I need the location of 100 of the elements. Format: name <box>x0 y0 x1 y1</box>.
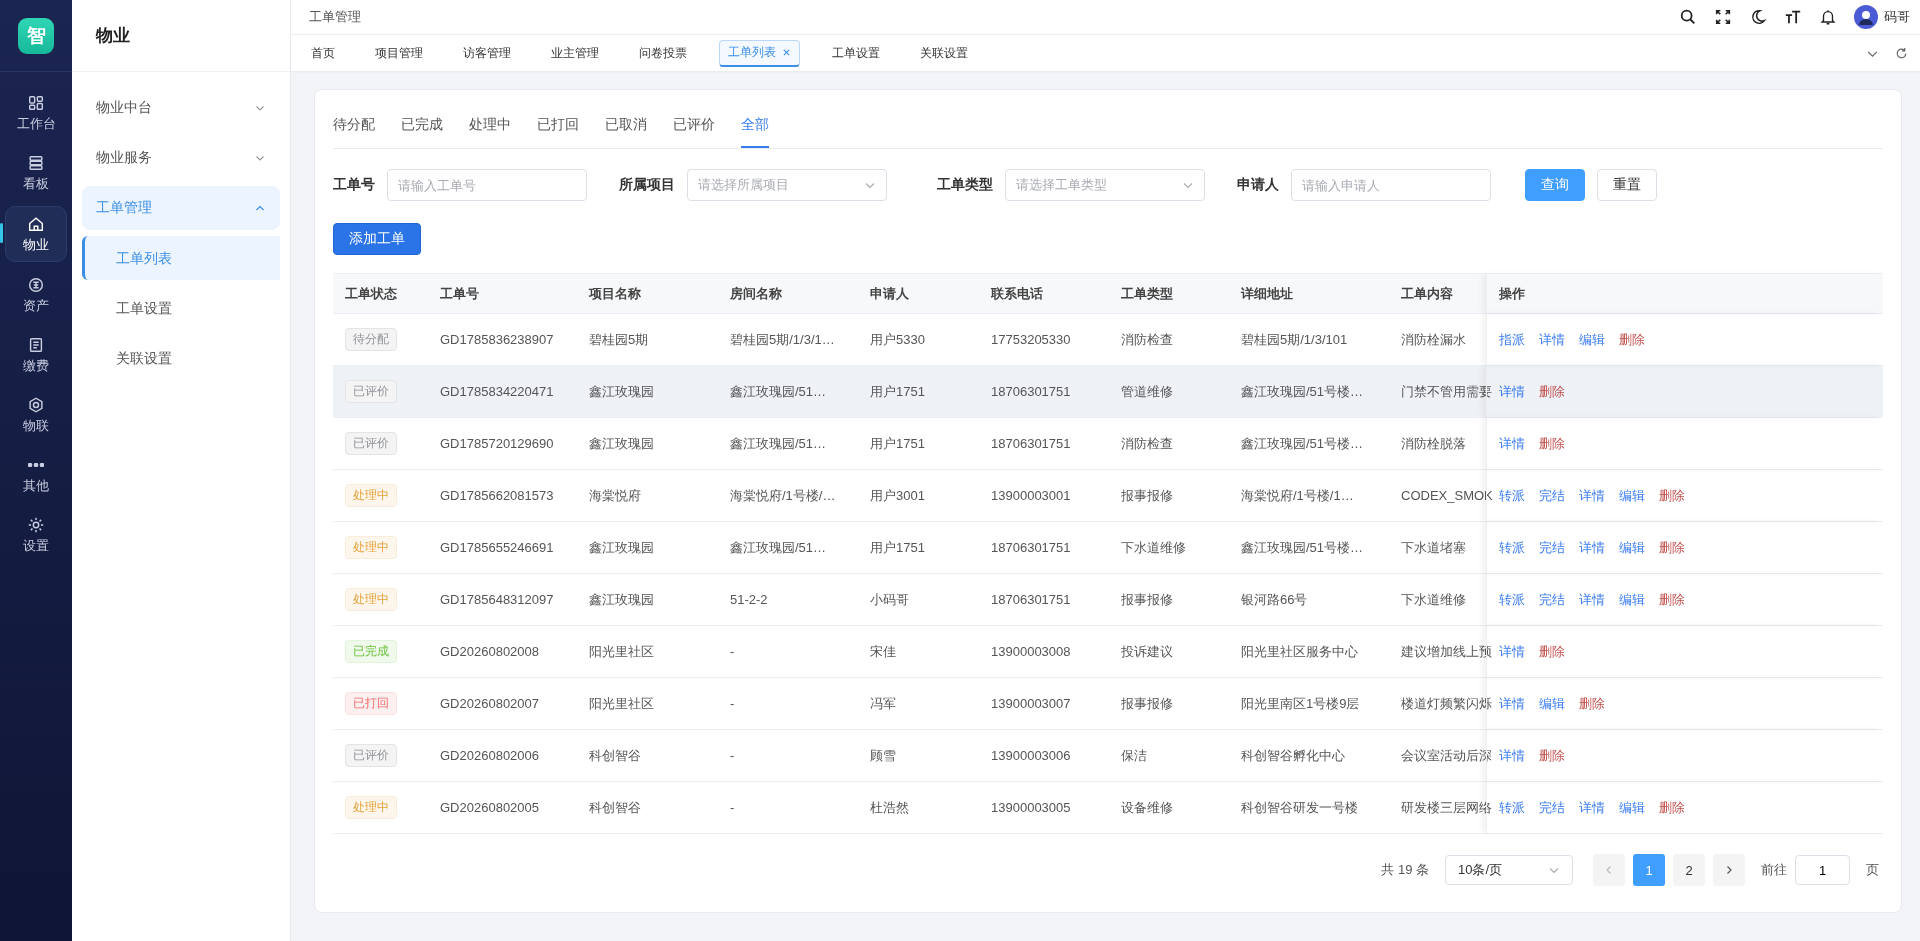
status-tab[interactable]: 待分配 <box>333 110 375 148</box>
action-link[interactable]: 删除 <box>1619 330 1645 349</box>
input-field[interactable]: 请输入工单号 <box>387 169 587 201</box>
nav-item[interactable]: 物联 <box>6 388 66 442</box>
page-tab[interactable]: 首页 <box>303 41 343 65</box>
page-tab[interactable]: 访客管理 <box>455 41 519 65</box>
page-tab[interactable]: 业主管理 <box>543 41 607 65</box>
status-tab[interactable]: 已完成 <box>401 110 443 148</box>
user-name[interactable]: 码哥 <box>1884 8 1910 26</box>
action-link[interactable]: 转派 <box>1499 486 1525 505</box>
status-tab[interactable]: 处理中 <box>469 110 511 148</box>
action-link[interactable]: 详情 <box>1579 590 1605 609</box>
reset-button[interactable]: 重置 <box>1597 169 1657 201</box>
menu-item[interactable]: 工单列表 <box>82 236 280 280</box>
action-link[interactable]: 详情 <box>1579 538 1605 557</box>
page-input[interactable]: 1 <box>1795 855 1850 885</box>
table-row[interactable]: 处理中 GD1785662081573 海棠悦府 海棠悦府/1号楼/… 用户3001 13900003001 报事报修 海棠悦府/1号楼/1… CODEX_SMOK 转派 完结 详情 编辑 删除 <box>333 470 1883 522</box>
section-title: 物业 <box>72 0 290 72</box>
action-link[interactable]: 删除 <box>1539 382 1565 401</box>
table-cell: 宋佳 <box>870 643 896 659</box>
action-link[interactable]: 编辑 <box>1619 798 1645 817</box>
status-tab[interactable]: 已评价 <box>673 110 715 148</box>
nav-item[interactable]: 缴费 <box>6 328 66 382</box>
settings-icon <box>27 515 45 534</box>
table-row[interactable]: 处理中 GD1785648312097 鑫江玫瑰园 51-2-2 小码哥 18706301751 报事报修 银河路66号 下水道维修 转派 完结 详情 编辑 删除 <box>333 574 1883 626</box>
action-link[interactable]: 指派 <box>1499 330 1525 349</box>
menu-item[interactable]: 关联设置 <box>82 336 280 380</box>
action-link[interactable]: 转派 <box>1499 590 1525 609</box>
total-count: 共 19 条 <box>1381 861 1429 879</box>
table-cell: 消防检查 <box>1121 331 1173 347</box>
action-link[interactable]: 删除 <box>1539 746 1565 765</box>
action-link[interactable]: 详情 <box>1499 642 1525 661</box>
table-cell: 13900003007 <box>991 696 1071 711</box>
action-link[interactable]: 编辑 <box>1619 590 1645 609</box>
menu-group[interactable]: 物业服务 <box>82 136 280 180</box>
action-link[interactable]: 删除 <box>1659 590 1685 609</box>
page-button[interactable]: 2 <box>1673 854 1705 886</box>
action-link[interactable]: 完结 <box>1539 798 1565 817</box>
menu-group[interactable]: 物业中台 <box>82 86 280 130</box>
action-link[interactable]: 编辑 <box>1619 486 1645 505</box>
action-link[interactable]: 转派 <box>1499 538 1525 557</box>
action-link[interactable]: 删除 <box>1659 798 1685 817</box>
font-size-icon[interactable] <box>1784 8 1802 26</box>
action-link[interactable]: 详情 <box>1499 694 1525 713</box>
nav-item[interactable]: 工作台 <box>6 86 66 140</box>
menu-item[interactable]: 工单设置 <box>82 286 280 330</box>
status-tag: 待分配 <box>345 328 397 351</box>
search-button[interactable]: 查询 <box>1525 169 1585 201</box>
action-link[interactable]: 详情 <box>1539 330 1565 349</box>
nav-item[interactable]: 设置 <box>6 508 66 562</box>
action-link[interactable]: 完结 <box>1539 486 1565 505</box>
avatar[interactable] <box>1854 5 1878 29</box>
column-header: 申请人 <box>870 285 909 301</box>
action-link[interactable]: 详情 <box>1579 798 1605 817</box>
action-link[interactable]: 删除 <box>1579 694 1605 713</box>
action-link[interactable]: 编辑 <box>1579 330 1605 349</box>
bell-icon[interactable] <box>1819 8 1837 26</box>
status-tab[interactable]: 已取消 <box>605 110 647 148</box>
action-link[interactable]: 删除 <box>1539 642 1565 661</box>
page-tab[interactable]: 工单设置 <box>824 41 888 65</box>
table-cell: 13900003006 <box>991 748 1071 763</box>
nav-item[interactable]: 资产 <box>6 268 66 322</box>
action-link[interactable]: 完结 <box>1539 538 1565 557</box>
page-tab[interactable]: 项目管理 <box>367 41 431 65</box>
page-button[interactable]: 1 <box>1633 854 1665 886</box>
status-tab[interactable]: 已打回 <box>537 110 579 148</box>
table-cell: 海棠悦府 <box>589 487 641 503</box>
action-link[interactable]: 转派 <box>1499 798 1525 817</box>
table-row[interactable]: 处理中 GD1785655246691 鑫江玫瑰园 鑫江玫瑰园/51… 用户1751 18706301751 下水道维修 鑫江玫瑰园/51号楼… 下水道堵塞 转派 完结 详情 编辑 删除 <box>333 522 1883 574</box>
action-link[interactable]: 删除 <box>1659 538 1685 557</box>
action-link[interactable]: 完结 <box>1539 590 1565 609</box>
page-tab[interactable]: 问卷投票 <box>631 41 695 65</box>
page-tab[interactable]: 关联设置 <box>912 41 976 65</box>
table-cell: - <box>730 644 735 659</box>
search-icon[interactable] <box>1679 8 1697 26</box>
close-icon[interactable] <box>782 48 791 57</box>
nav-item[interactable]: 其他 <box>6 448 66 502</box>
refresh-icon[interactable] <box>1895 46 1908 60</box>
status-tab[interactable]: 全部 <box>741 110 769 148</box>
add-button[interactable]: 添加工单 <box>333 223 421 255</box>
table-cell: 银河路66号 <box>1241 591 1308 607</box>
action-link[interactable]: 详情 <box>1579 486 1605 505</box>
table-cell: 科创智谷孵化中心 <box>1241 747 1345 763</box>
action-link[interactable]: 编辑 <box>1619 538 1645 557</box>
action-link[interactable]: 详情 <box>1499 746 1525 765</box>
table-row[interactable]: 已评价 GD1785720129690 鑫江玫瑰园 鑫江玫瑰园/51… 用户1751 18706301751 消防检查 鑫江玫瑰园/51号楼… 消防栓脱落 详情 删除 <box>333 418 1883 470</box>
table-cell: 设备维修 <box>1121 799 1173 815</box>
action-link[interactable]: 删除 <box>1539 434 1565 453</box>
table-cell: 碧桂园5期/1/3/1… <box>730 331 835 347</box>
nav-item[interactable]: 看板 <box>6 146 66 200</box>
action-link[interactable]: 编辑 <box>1539 694 1565 713</box>
moon-icon[interactable] <box>1749 8 1767 26</box>
menu-group[interactable]: 工单管理 <box>82 186 280 230</box>
page-tab[interactable]: 工单列表 <box>719 39 800 67</box>
action-link[interactable]: 详情 <box>1499 434 1525 453</box>
fullscreen-icon[interactable] <box>1714 8 1732 26</box>
action-link[interactable]: 删除 <box>1659 486 1685 505</box>
input-field[interactable]: 请输入申请人 <box>1291 169 1491 201</box>
action-link[interactable]: 详情 <box>1499 382 1525 401</box>
page-size-select[interactable]: 10条/页 <box>1445 855 1573 885</box>
